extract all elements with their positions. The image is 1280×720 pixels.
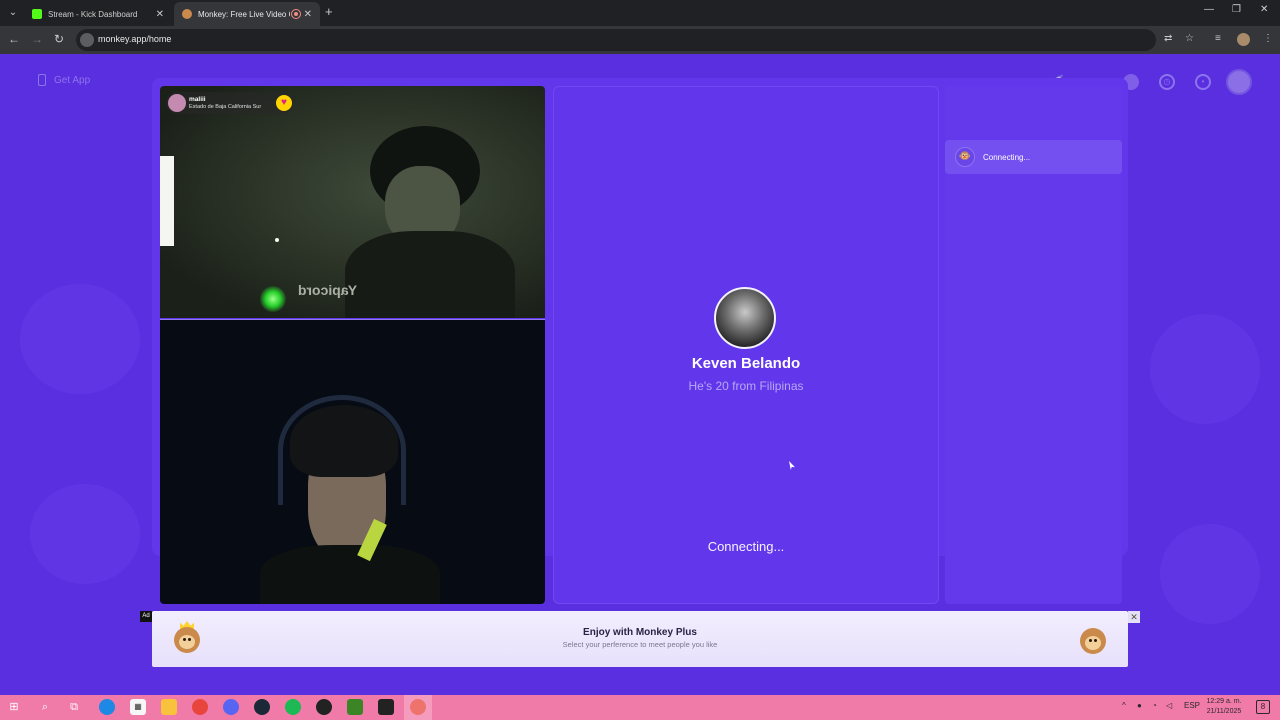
minecraft-icon[interactable] xyxy=(347,699,363,715)
tab-kick-dashboard[interactable]: Stream - Kick Dashboard ✕ xyxy=(24,2,172,26)
taskbar: ⊞ ⌕ ⧉ ▦ ^ ● ◔ ◁ ESP 8 xyxy=(0,695,1280,720)
clock-date: 21/11/2025 xyxy=(1206,708,1242,715)
extensions-icon[interactable]: ≡ xyxy=(1215,33,1221,44)
video-subject xyxy=(260,545,440,604)
discord-icon[interactable] xyxy=(223,699,239,715)
heart-icon[interactable]: ♥ xyxy=(276,95,292,111)
language-indicator[interactable]: ESP xyxy=(1184,701,1200,710)
new-tab-button[interactable]: + xyxy=(325,4,333,19)
phone-icon xyxy=(38,74,46,86)
chat-icon[interactable]: • xyxy=(1195,74,1211,90)
history-icon[interactable]: ◷ xyxy=(1159,74,1175,90)
video-subject xyxy=(345,231,515,318)
search-icon[interactable]: ⌕ xyxy=(37,699,53,715)
file-explorer-icon[interactable] xyxy=(161,699,177,715)
monkey-icon: 🐵 xyxy=(955,147,975,167)
kick-favicon-icon xyxy=(32,9,42,19)
volume-icon[interactable]: ◁ xyxy=(1166,701,1172,710)
self-video xyxy=(160,319,545,604)
background-decoration xyxy=(30,484,140,584)
browser-tab-bar: ⌄ Stream - Kick Dashboard ✕ Monkey: Free… xyxy=(0,0,1280,26)
match-avatar xyxy=(714,287,776,349)
user-avatar[interactable] xyxy=(1226,69,1252,95)
address-bar: ← → ↻ monkey.app/home ⇄ ☆ ≡ ⋮ xyxy=(0,26,1280,54)
mirrored-text: Yapicord xyxy=(298,282,358,298)
peer-info-tag[interactable]: maliii Estado de Baja California Sur ♥ xyxy=(166,92,294,114)
tray-overflow-icon[interactable]: ^ xyxy=(1122,701,1126,710)
menu-icon[interactable]: ⋮ xyxy=(1263,33,1273,44)
profile-avatar[interactable] xyxy=(1237,33,1250,46)
peer-video: Yapicord maliii Estado de Baja Californi… xyxy=(160,86,545,318)
peer-name: maliii xyxy=(189,95,206,103)
obs-icon[interactable] xyxy=(316,699,332,715)
background-decoration xyxy=(20,284,140,394)
ad-badge: Ad xyxy=(140,611,152,622)
store-icon[interactable]: ▦ xyxy=(130,699,146,715)
clock-time: 12:29 a. m. xyxy=(1206,698,1242,705)
taskbar-clock[interactable]: 12:29 a. m. 21/11/2025 xyxy=(1200,697,1248,717)
close-window-icon[interactable]: ✕ xyxy=(1260,4,1268,15)
start-icon[interactable]: ⊞ xyxy=(6,699,22,715)
light-spot xyxy=(275,238,279,242)
ad-subtitle: Select your perference to meet people yo… xyxy=(562,640,718,649)
site-info-icon[interactable] xyxy=(80,33,94,47)
tab-title: Monkey: Free Live Video Ch xyxy=(198,9,290,19)
reload-icon[interactable]: ↻ xyxy=(54,32,64,46)
tab-title: Stream - Kick Dashboard xyxy=(48,9,138,19)
match-subtitle: He's 20 from Filipinas xyxy=(688,379,804,393)
microphone-icon[interactable]: ● xyxy=(1137,701,1142,710)
chat-list-item[interactable]: 🐵 Connecting... xyxy=(945,140,1122,174)
match-name: Keven Belando xyxy=(691,355,801,372)
background-decoration xyxy=(1150,314,1260,424)
get-app-label: Get App xyxy=(54,74,91,86)
ad-banner[interactable] xyxy=(152,611,1128,667)
monkey-favicon-icon xyxy=(182,9,192,19)
task-view-icon[interactable]: ⧉ xyxy=(66,699,82,715)
green-light xyxy=(260,286,286,312)
wifi-icon[interactable]: ◔ xyxy=(1152,701,1157,710)
connecting-status: Connecting... xyxy=(707,539,785,554)
chrome-icon[interactable] xyxy=(192,699,208,715)
active-app-highlight xyxy=(404,695,432,720)
close-tab-icon[interactable]: ✕ xyxy=(156,9,164,20)
recording-icon xyxy=(291,10,300,18)
epic-games-icon[interactable] xyxy=(378,699,394,715)
background-decoration xyxy=(1160,524,1260,624)
tab-monkey[interactable]: Monkey: Free Live Video Ch ✕ xyxy=(174,2,320,26)
minimize-icon[interactable]: — xyxy=(1204,4,1214,15)
peer-avatar xyxy=(168,94,186,112)
edge-icon[interactable] xyxy=(99,699,115,715)
steam-icon[interactable] xyxy=(254,699,270,715)
video-background xyxy=(160,156,174,246)
peer-location: Estado de Baja California Sur xyxy=(189,103,262,110)
translate-icon[interactable]: ⇄ xyxy=(1164,33,1172,44)
chat-status: Connecting... xyxy=(983,152,1031,162)
restore-icon[interactable]: ❐ xyxy=(1232,4,1241,15)
notification-button[interactable]: 8 xyxy=(1256,700,1270,714)
spotify-icon[interactable] xyxy=(285,699,301,715)
video-subject xyxy=(290,405,398,477)
tab-search-icon[interactable]: ⌄ xyxy=(4,4,22,22)
ad-close-button[interactable]: ✕ xyxy=(1128,611,1140,623)
close-tab-icon[interactable]: ✕ xyxy=(304,9,312,20)
url-field[interactable]: monkey.app/home xyxy=(76,29,1156,51)
forward-icon[interactable]: → xyxy=(31,32,43,46)
ad-title: Enjoy with Monkey Plus xyxy=(583,627,697,638)
get-app-button[interactable]: Get App xyxy=(38,74,90,86)
url-text: monkey.app/home xyxy=(98,34,172,44)
monkey-icon xyxy=(1080,628,1106,654)
star-icon[interactable]: ☆ xyxy=(1185,33,1194,44)
back-icon[interactable]: ← xyxy=(8,32,20,46)
